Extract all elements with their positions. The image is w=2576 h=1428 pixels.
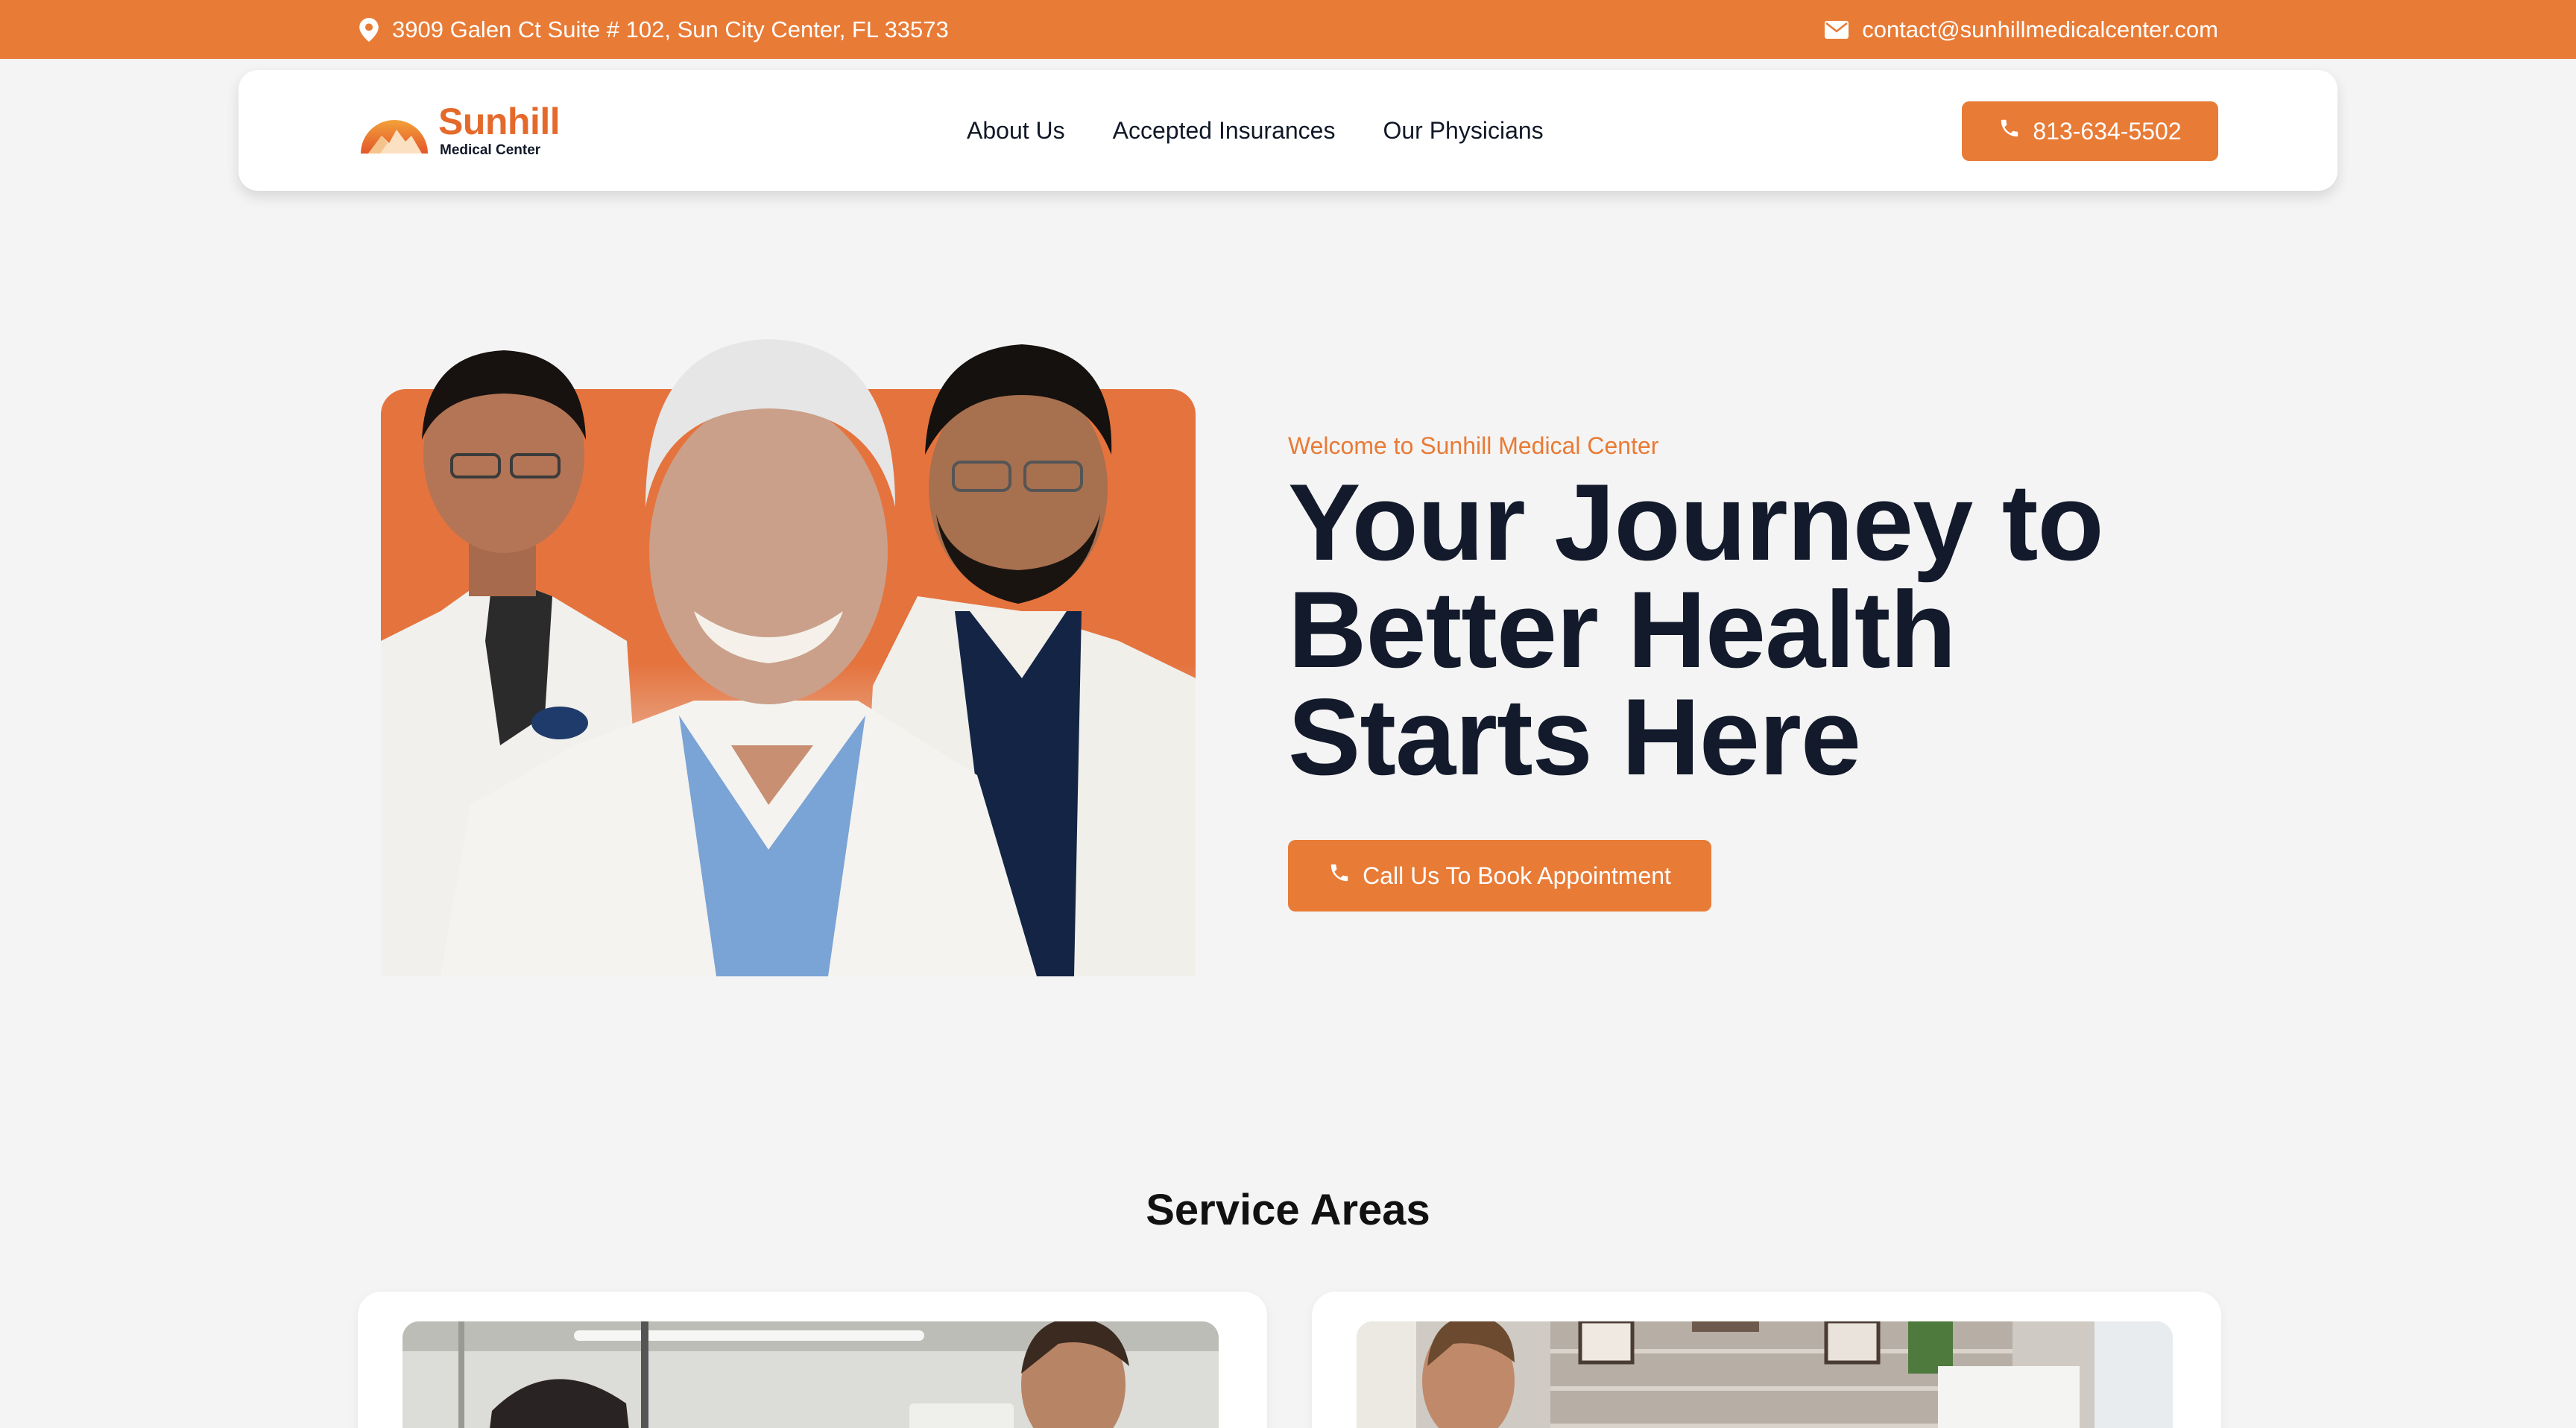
header-phone-button[interactable]: 813-634-5502 xyxy=(1962,101,2218,161)
hero-text-block: Welcome to Sunhill Medical Center Your J… xyxy=(1288,432,2332,797)
nav-about-us[interactable]: About Us xyxy=(967,117,1065,145)
phone-icon xyxy=(1328,862,1351,890)
service-areas-title: Service Areas xyxy=(1146,1186,1430,1234)
hero-headline: Your Journey to Better Health Starts Her… xyxy=(1288,461,2332,797)
header-phone-number: 813-634-5502 xyxy=(2033,117,2182,145)
hero-headline-line-3: Starts Here xyxy=(1288,676,1861,797)
main-nav: About Us Accepted Insurances Our Physici… xyxy=(967,70,1544,191)
sunrise-logo-icon xyxy=(358,101,431,159)
nav-accepted-insurances[interactable]: Accepted Insurances xyxy=(1113,117,1336,145)
physician-center-figure xyxy=(441,339,1037,976)
service-card[interactable] xyxy=(358,1292,1267,1428)
logo-subtitle: Medical Center xyxy=(440,142,541,158)
hero-headline-line-1: Your Journey to xyxy=(1288,461,2104,583)
phone-icon xyxy=(1998,117,2021,145)
address-block: 3909 Galen Ct Suite # 102, Sun City Cent… xyxy=(359,0,949,59)
physicians-photo xyxy=(381,328,1196,976)
book-appointment-button[interactable]: Call Us To Book Appointment xyxy=(1288,840,1711,912)
sunhill-logo[interactable]: Sunhill Medical Center xyxy=(358,92,561,167)
top-info-bar: 3909 Galen Ct Suite # 102, Sun City Cent… xyxy=(0,0,2576,59)
hero-welcome: Welcome to Sunhill Medical Center xyxy=(1288,432,1659,459)
hero-headline-line-2: Better Health xyxy=(1288,569,1957,690)
nav-our-physicians[interactable]: Our Physicians xyxy=(1383,117,1543,145)
service-card-image xyxy=(1357,1321,2173,1428)
logo-brand: Sunhill xyxy=(438,100,561,142)
email-block[interactable]: contact@sunhillmedicalcenter.com xyxy=(1825,0,2218,59)
service-card-image xyxy=(402,1321,1219,1428)
email-link[interactable]: contact@sunhillmedicalcenter.com xyxy=(1862,16,2218,43)
site-header: Sunhill Medical Center About Us Accepted… xyxy=(239,70,2337,191)
address-text: 3909 Galen Ct Suite # 102, Sun City Cent… xyxy=(392,16,949,42)
book-appointment-label: Call Us To Book Appointment xyxy=(1363,862,1671,889)
map-pin-icon xyxy=(359,17,379,42)
envelope-icon xyxy=(1825,20,1849,39)
service-card[interactable] xyxy=(1312,1292,2221,1428)
